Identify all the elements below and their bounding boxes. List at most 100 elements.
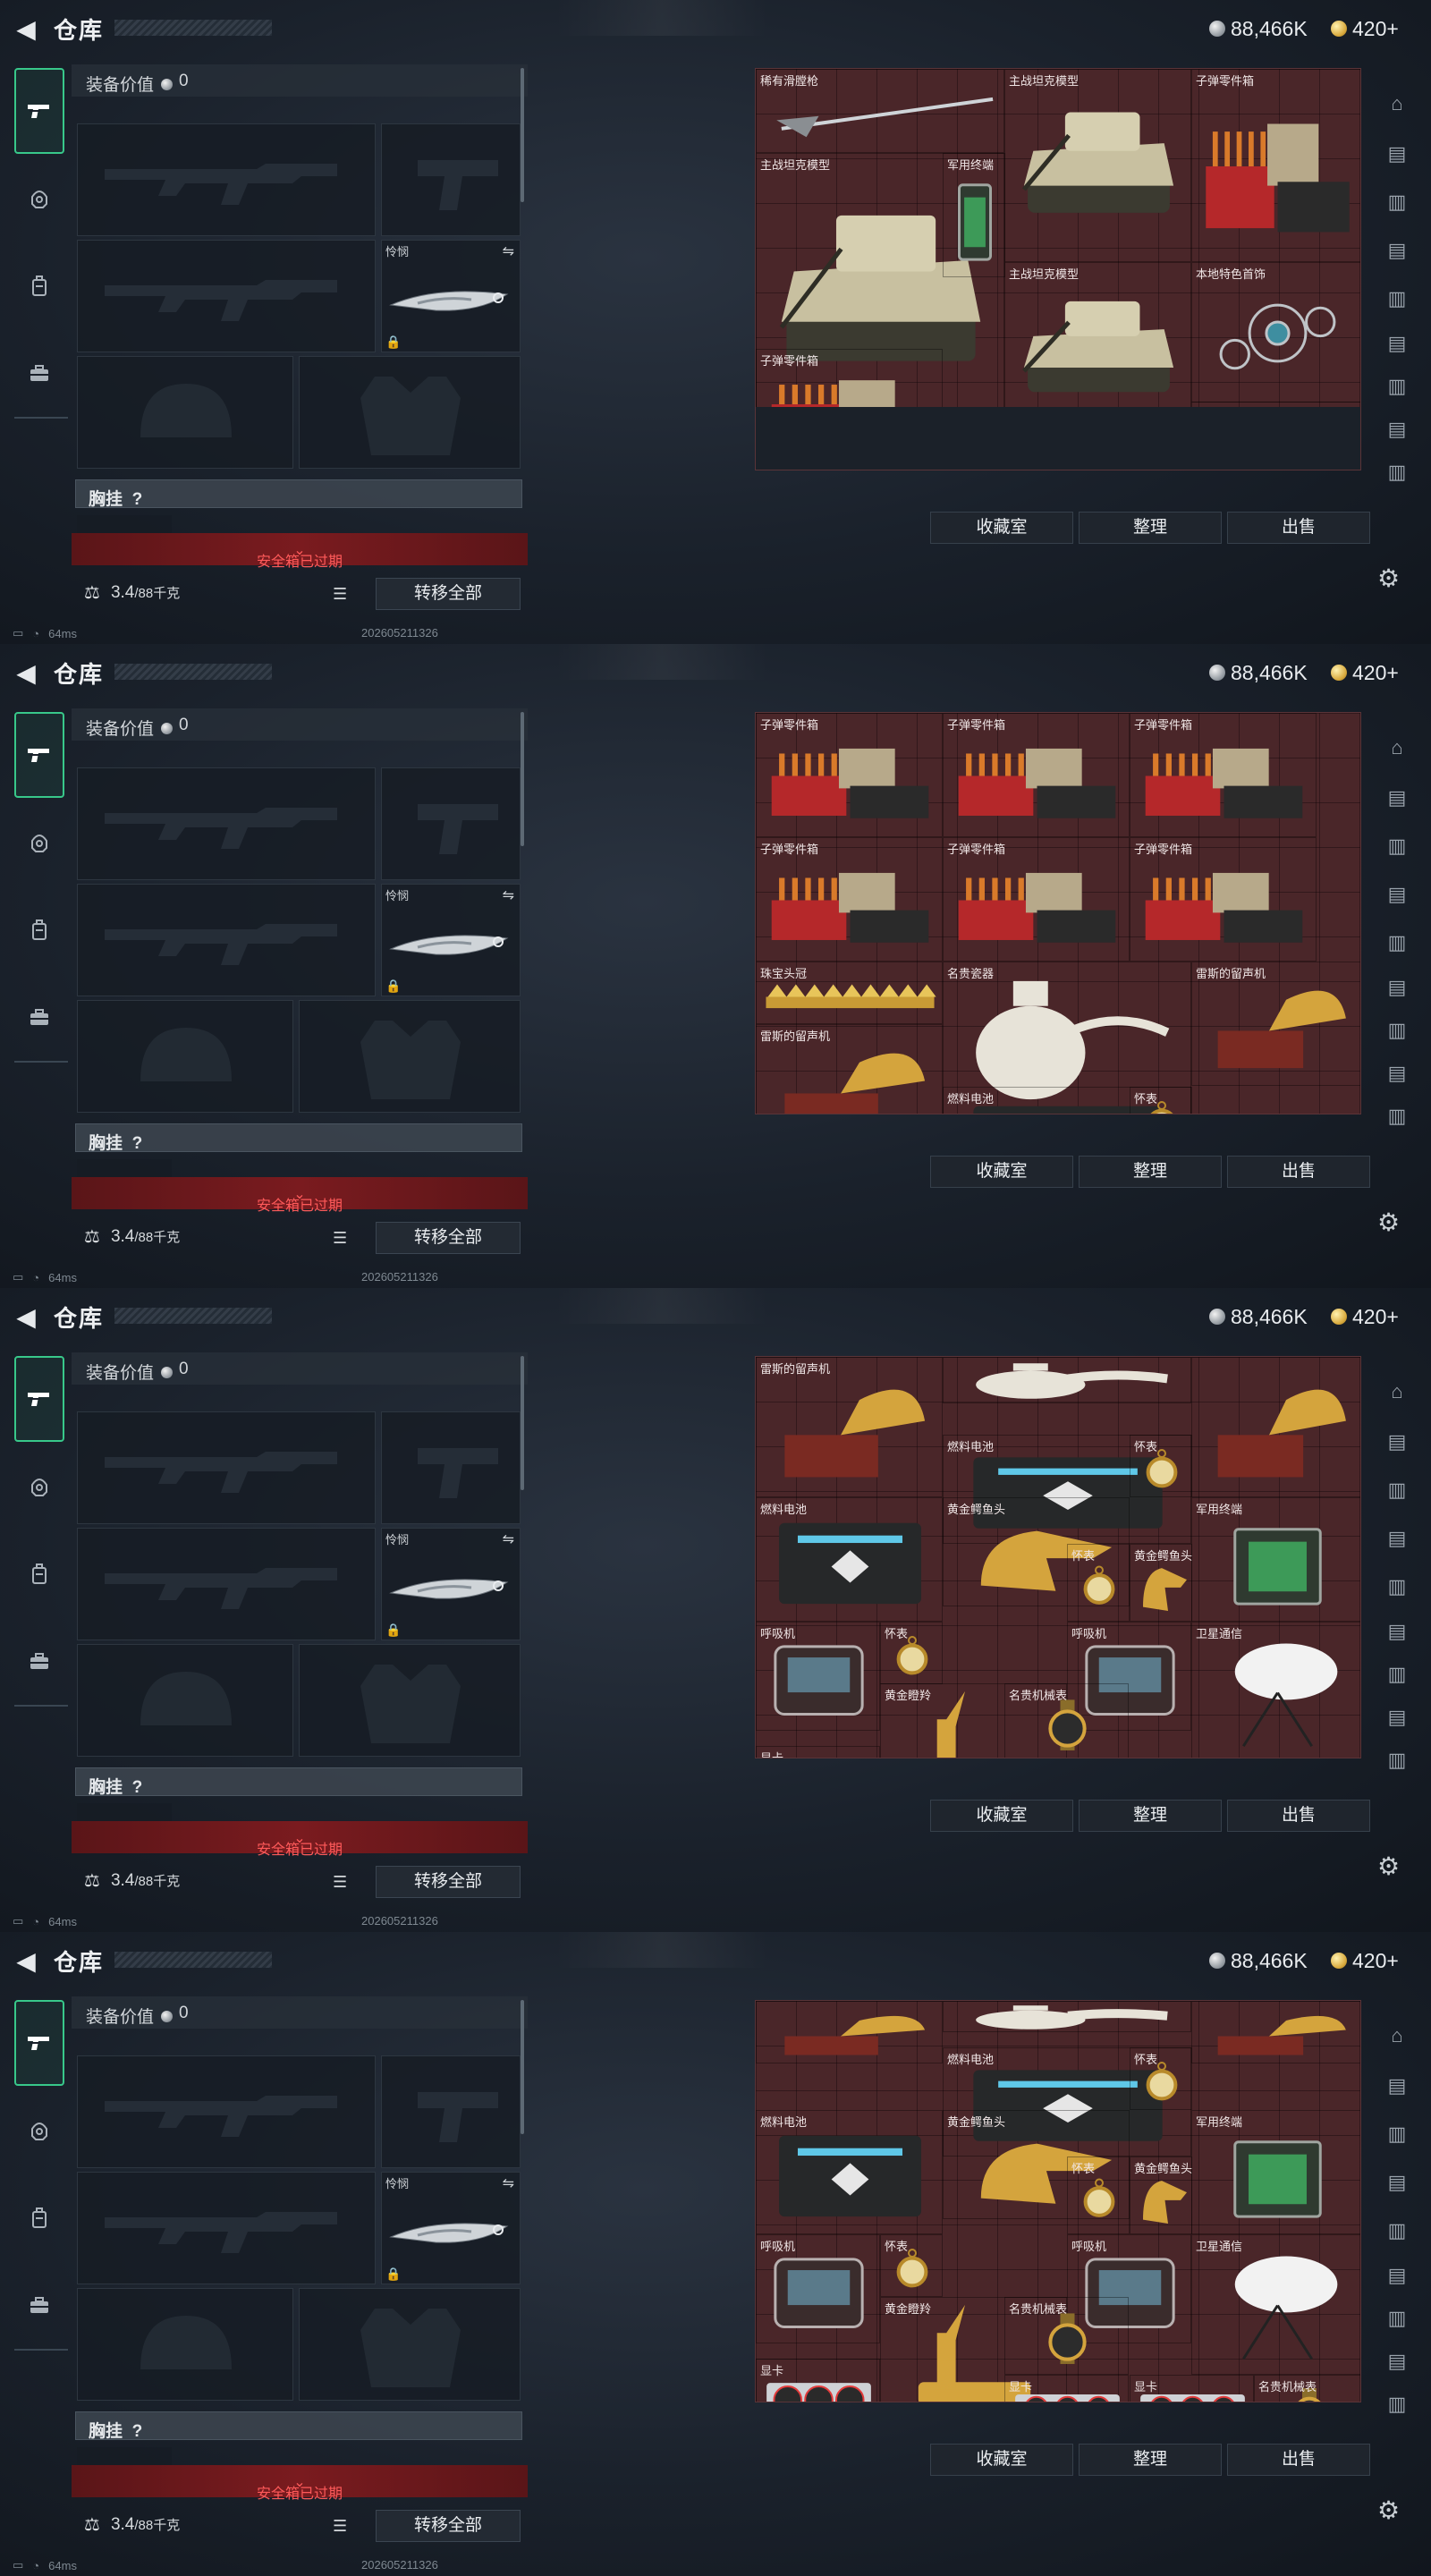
gold-balance[interactable]: 420+: [1331, 16, 1399, 41]
tab-backpack[interactable]: [14, 2175, 64, 2261]
primary-weapon-slot[interactable]: [77, 2055, 376, 2168]
primary-weapon-slot[interactable]: [77, 767, 376, 880]
storage-page-3-icon[interactable]: ▤: [1377, 231, 1417, 270]
tab-case[interactable]: [14, 1619, 64, 1705]
secondary-weapon-slot[interactable]: [77, 884, 376, 996]
back-arrow-icon[interactable]: ◀: [13, 1304, 39, 1331]
settings-gear-icon[interactable]: ⚙: [1377, 1852, 1400, 1881]
settings-gear-icon[interactable]: ⚙: [1377, 1208, 1400, 1237]
storage-page-8-icon[interactable]: ▥: [1377, 453, 1417, 492]
storage-page-4-icon[interactable]: ▥: [1377, 279, 1417, 318]
storage-page-4-icon[interactable]: ▥: [1377, 1567, 1417, 1606]
tab-armor[interactable]: [14, 1444, 64, 1530]
storage-item-watch2[interactable]: 名贵机械表: [1254, 2375, 1360, 2402]
storage-page-6-icon[interactable]: ▥: [1377, 1011, 1417, 1050]
tab-backpack[interactable]: [14, 243, 64, 329]
list-icon[interactable]: ☰: [333, 1229, 352, 1247]
warehouse-main-icon[interactable]: ⌂: [1377, 728, 1417, 767]
storage-page-1-icon[interactable]: ▤: [1377, 2066, 1417, 2106]
tab-case[interactable]: [14, 331, 64, 417]
storage-page-1-icon[interactable]: ▤: [1377, 778, 1417, 818]
storage-page-2-icon[interactable]: ▥: [1377, 826, 1417, 866]
storage-item-ammo[interactable]: 子弹零件箱: [756, 713, 943, 837]
primary-weapon-slot[interactable]: [77, 1411, 376, 1524]
settings-gear-icon[interactable]: ⚙: [1377, 2496, 1400, 2525]
storage-page-8-icon[interactable]: ▥: [1377, 1097, 1417, 1136]
list-icon[interactable]: ☰: [333, 2517, 352, 2535]
storage-page-7-icon[interactable]: ▤: [1377, 2342, 1417, 2381]
storage-page-6-icon[interactable]: ▥: [1377, 367, 1417, 406]
secondary-weapon-slot[interactable]: [77, 2172, 376, 2284]
storage-page-2-icon[interactable]: ▥: [1377, 1470, 1417, 1510]
storage-page-4-icon[interactable]: ▥: [1377, 2211, 1417, 2250]
gold-balance[interactable]: 420+: [1331, 1304, 1399, 1329]
tab-backpack[interactable]: [14, 887, 64, 973]
storage-page-8-icon[interactable]: ▥: [1377, 2385, 1417, 2424]
organize-button[interactable]: 整理: [1079, 1156, 1222, 1188]
transfer-all-button[interactable]: 转移全部: [376, 2510, 521, 2542]
warehouse-main-icon[interactable]: ⌂: [1377, 2016, 1417, 2055]
storage-page-2-icon[interactable]: ▥: [1377, 2114, 1417, 2154]
storage-item-gramophone[interactable]: [1191, 1357, 1360, 1497]
storage-item-respirator[interactable]: 呼吸机: [756, 2234, 880, 2343]
storage-item-ammo[interactable]: 子弹零件箱: [756, 837, 943, 962]
pistol-slot[interactable]: [381, 2055, 521, 2168]
storage-item-gpu[interactable]: 显卡: [756, 2359, 880, 2402]
storage-item-watch[interactable]: 怀表: [1130, 1087, 1192, 1114]
tab-weapons[interactable]: [14, 712, 64, 798]
sell-button[interactable]: 出售: [1227, 512, 1370, 544]
storage-item-satellite[interactable]: 卫星通信: [1191, 1622, 1360, 1758]
storage-item-terminal[interactable]: 军用终端: [1191, 2110, 1360, 2234]
storage-item-gramophone[interactable]: [756, 2001, 943, 2063]
warehouse-main-icon[interactable]: ⌂: [1377, 84, 1417, 123]
storage-item-watch[interactable]: 怀表: [1130, 1435, 1192, 1497]
storage-page-7-icon[interactable]: ▤: [1377, 1698, 1417, 1737]
storage-page-7-icon[interactable]: ▤: [1377, 410, 1417, 449]
loadout-scrollbar[interactable]: [521, 2000, 524, 2134]
tab-weapons[interactable]: [14, 68, 64, 154]
transfer-all-button[interactable]: 转移全部: [376, 1866, 521, 1898]
storage-item-watch2[interactable]: 名贵机械表: [1004, 2297, 1129, 2375]
storage-page-6-icon[interactable]: ▥: [1377, 2299, 1417, 2338]
tab-armor[interactable]: [14, 2088, 64, 2174]
settings-gear-icon[interactable]: ⚙: [1377, 564, 1400, 593]
storage-item-watch[interactable]: 怀表: [880, 1622, 943, 1684]
pistol-slot[interactable]: [381, 1411, 521, 1524]
storage-item-ammo[interactable]: 子弹零件箱: [943, 837, 1130, 962]
helmet-slot[interactable]: [77, 1000, 293, 1113]
storage-page-3-icon[interactable]: ▤: [1377, 1519, 1417, 1558]
safebox-expired-banner[interactable]: 安全箱已过期 ⌄: [72, 1821, 528, 1858]
list-icon[interactable]: ☰: [333, 1873, 352, 1891]
loadout-scrollbar[interactable]: [521, 712, 524, 846]
storage-item-terminal[interactable]: 军用终端: [1191, 1497, 1360, 1622]
tab-weapons[interactable]: [14, 2000, 64, 2086]
back-arrow-icon[interactable]: ◀: [13, 660, 39, 687]
storage-item-gramophone[interactable]: 雷斯的留声机: [756, 1357, 943, 1497]
storage-item-ammo[interactable]: 子弹零件箱: [943, 713, 1130, 837]
storage-item-gpu[interactable]: 显卡: [1004, 2375, 1129, 2402]
primary-weapon-slot[interactable]: [77, 123, 376, 236]
tab-case[interactable]: [14, 975, 64, 1061]
storage-item-gramophone[interactable]: [1191, 2001, 1360, 2063]
storage-item-watch[interactable]: 怀表: [1130, 2047, 1192, 2110]
gold-balance[interactable]: 420+: [1331, 660, 1399, 685]
secondary-weapon-slot[interactable]: [77, 1528, 376, 1640]
storage-page-7-icon[interactable]: ▤: [1377, 1054, 1417, 1093]
storage-item-tank[interactable]: 主战坦克模型: [1004, 69, 1191, 262]
storage-item-watch[interactable]: 怀表: [1067, 1544, 1130, 1622]
organize-button[interactable]: 整理: [1079, 1800, 1222, 1832]
safebox-expired-banner[interactable]: 安全箱已过期 ⌄: [72, 1177, 528, 1214]
storage-page-8-icon[interactable]: ▥: [1377, 1741, 1417, 1780]
storage-item-satellite[interactable]: 卫星通信: [1191, 2234, 1360, 2375]
storage-item-watch[interactable]: 怀表: [880, 2234, 943, 2297]
storage-item-ammo[interactable]: 子弹零件箱: [1130, 837, 1317, 962]
storage-page-2-icon[interactable]: ▥: [1377, 182, 1417, 222]
storage-item-gpu[interactable]: 显卡: [756, 1746, 880, 1758]
safebox-expired-banner[interactable]: 安全箱已过期 ⌄: [72, 533, 528, 570]
warehouse-main-icon[interactable]: ⌂: [1377, 1372, 1417, 1411]
chest-rig-row[interactable]: 胸挂 ?: [75, 2411, 522, 2441]
sell-button[interactable]: 出售: [1227, 2444, 1370, 2476]
tab-case[interactable]: [14, 2263, 64, 2349]
secondary-weapon-slot[interactable]: [77, 240, 376, 352]
storage-item-gramophone[interactable]: 雷斯的留声机: [756, 1024, 943, 1114]
